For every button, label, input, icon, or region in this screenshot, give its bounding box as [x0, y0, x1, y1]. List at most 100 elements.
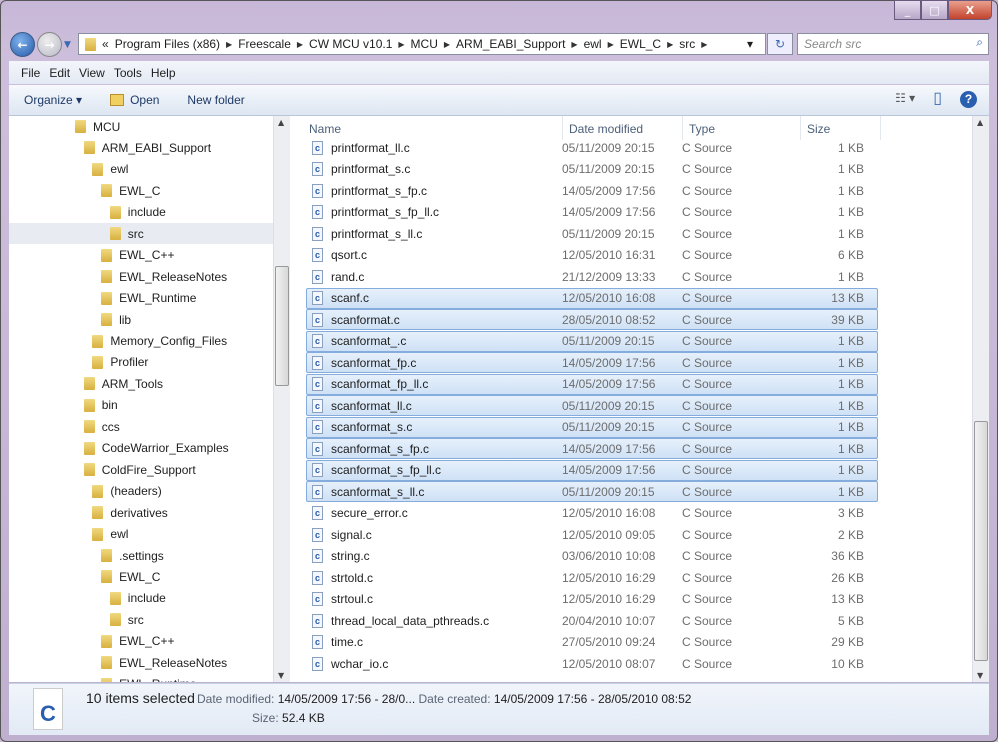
file-row[interactable]: c qsort.c 12/05/2010 16:31 C Source 6 KB	[306, 245, 878, 266]
tree-item[interactable]: ColdFire_Support	[9, 459, 273, 480]
file-list-scroll-thumb[interactable]	[974, 421, 988, 661]
close-button[interactable]: X	[948, 0, 992, 20]
tree-item[interactable]: (headers)	[9, 481, 273, 502]
tree-item[interactable]: ewl	[9, 159, 273, 180]
tree-item-label: EWL_C	[119, 183, 161, 198]
menu-tools[interactable]: Tools	[114, 66, 142, 80]
maximize-button[interactable]: □	[921, 0, 948, 20]
tree-scrollbar[interactable]: ▲ ▼	[273, 116, 290, 682]
refresh-button[interactable]: ↻	[767, 33, 793, 55]
breadcrumb-separator-icon[interactable]: ▶	[444, 40, 450, 49]
file-row[interactable]: c scanformat_s_fp_ll.c 14/05/2009 17:56 C S…	[306, 459, 878, 481]
breadcrumb-item[interactable]: Freescale	[238, 37, 291, 51]
forward-button[interactable]: →	[37, 32, 62, 57]
tree-item[interactable]: EWL_C++	[9, 631, 273, 652]
tree-item[interactable]: EWL_C	[9, 566, 273, 587]
file-row[interactable]: c scanf.c 12/05/2010 16:08 C Source 13 KB	[306, 287, 878, 309]
file-row[interactable]: c scanformat_fp_ll.c 14/05/2009 17:56 C Sou…	[306, 373, 878, 395]
tree-item[interactable]: CodeWarrior_Examples	[9, 438, 273, 459]
file-row[interactable]: c printformat_s_fp.c 14/05/2009 17:56 C Sou…	[306, 180, 878, 201]
file-row[interactable]: c signal.c 12/05/2010 09:05 C Source 2 KB	[306, 524, 878, 545]
tree-item[interactable]: EWL_Runtime	[9, 674, 273, 682]
file-row[interactable]: c scanformat.c 28/05/2010 08:52 C Source 39 …	[306, 309, 878, 330]
file-row[interactable]: c scanformat_s_ll.c 05/11/2009 20:15 C Sour…	[306, 481, 878, 502]
tree-item[interactable]: EWL_ReleaseNotes	[9, 652, 273, 673]
tree-item[interactable]: EWL_C++	[9, 245, 273, 266]
breadcrumb-item[interactable]: CW MCU v10.1	[309, 37, 392, 51]
recent-pages-dropdown[interactable]: ▼	[64, 40, 71, 50]
file-row[interactable]: c printformat_s_fp_ll.c 14/05/2009 17:56 C …	[306, 202, 878, 223]
tree-item[interactable]: EWL_ReleaseNotes	[9, 266, 273, 287]
breadcrumb-item[interactable]: MCU	[411, 37, 438, 51]
change-view-button[interactable]: ☷ ▾	[895, 91, 915, 108]
menu-help[interactable]: Help	[151, 66, 176, 80]
file-date: 05/11/2009 20:15	[562, 140, 655, 155]
address-dropdown[interactable]: ▾	[747, 37, 753, 51]
menu-view[interactable]: View	[79, 66, 105, 80]
tree-item[interactable]: src	[9, 223, 273, 245]
breadcrumb-separator-icon[interactable]: ▶	[571, 40, 577, 49]
tree-item[interactable]: MCU	[9, 116, 273, 137]
tree-item[interactable]: Memory_Config_Files	[9, 331, 273, 352]
file-row[interactable]: c strtoul.c 12/05/2010 16:29 C Source 13 KB	[306, 589, 878, 610]
file-row[interactable]: c thread_local_data_pthreads.c 20/04/2010 …	[306, 610, 878, 631]
tree-item-label: include	[127, 591, 166, 606]
address-overflow[interactable]: «	[102, 37, 109, 51]
file-list-scrollbar[interactable]: ▲ ▼	[972, 116, 989, 682]
breadcrumb-separator-icon[interactable]: ▶	[701, 40, 707, 49]
minimize-button[interactable]: _	[894, 0, 921, 20]
tree-item[interactable]: EWL_Runtime	[9, 288, 273, 309]
open-button[interactable]: Open	[110, 93, 159, 107]
breadcrumb-item[interactable]: EWL_C	[620, 37, 661, 51]
file-row[interactable]: c scanformat_ll.c 05/11/2009 20:15 C Source…	[306, 395, 878, 416]
menu-edit[interactable]: Edit	[49, 66, 70, 80]
back-button[interactable]: ←	[10, 32, 35, 57]
file-row[interactable]: c scanformat_.c 05/11/2009 20:15 C Source 1 …	[306, 330, 878, 352]
tree-scroll-thumb[interactable]	[275, 266, 289, 386]
tree-item[interactable]: .settings	[9, 545, 273, 566]
breadcrumb-item[interactable]: ARM_EABI_Support	[456, 37, 565, 51]
tree-item[interactable]: include	[9, 588, 273, 609]
breadcrumb-separator-icon[interactable]: ▶	[608, 40, 614, 49]
magnifier-icon[interactable]: ⌕	[976, 35, 983, 50]
tree-item[interactable]: ARM_EABI_Support	[9, 137, 273, 158]
help-button[interactable]: ?	[960, 91, 977, 108]
breadcrumb-item[interactable]: Program Files (x86)	[115, 37, 220, 51]
file-name: scanformat_.c	[331, 334, 407, 348]
search-input[interactable]: Search src ⌕	[797, 33, 989, 55]
file-row[interactable]: c printformat_s_ll.c 05/11/2009 20:15 C Sou…	[306, 223, 878, 244]
c-source-file-icon: c	[312, 506, 323, 520]
file-row[interactable]: c secure_error.c 12/05/2010 16:08 C Source 3…	[306, 503, 878, 524]
tree-item[interactable]: src	[9, 609, 273, 630]
breadcrumb-separator-icon[interactable]: ▶	[226, 40, 232, 49]
tree-item[interactable]: bin	[9, 395, 273, 416]
file-row[interactable]: c string.c 03/06/2010 10:08 C Source 36 KB	[306, 546, 878, 567]
file-row[interactable]: c wchar_io.c 12/05/2010 08:07 C Source 10 KB	[306, 653, 878, 674]
tree-item[interactable]: include	[9, 202, 273, 223]
breadcrumb-separator-icon[interactable]: ▶	[398, 40, 404, 49]
menu-file[interactable]: File	[21, 66, 40, 80]
new-folder-button[interactable]: New folder	[187, 93, 244, 107]
tree-item[interactable]: ewl	[9, 524, 273, 545]
file-row[interactable]: c printformat_ll.c 05/11/2009 20:15 C Sourc…	[306, 137, 878, 158]
file-row[interactable]: c rand.c 21/12/2009 13:33 C Source 1 KB	[306, 266, 878, 287]
file-row[interactable]: c strtold.c 12/05/2010 16:29 C Source 26 KB	[306, 567, 878, 588]
tree-item[interactable]: Profiler	[9, 352, 273, 373]
breadcrumb-separator-icon[interactable]: ▶	[667, 40, 673, 49]
organize-button[interactable]: Organize ▾	[24, 93, 82, 107]
breadcrumb-item[interactable]: ewl	[584, 37, 602, 51]
file-row[interactable]: c time.c 27/05/2010 09:24 C Source 29 KB	[306, 632, 878, 653]
file-row[interactable]: c scanformat_s_fp.c 14/05/2009 17:56 C Sour…	[306, 438, 878, 459]
file-row[interactable]: c printformat_s.c 05/11/2009 20:15 C Source…	[306, 159, 878, 180]
breadcrumb-separator-icon[interactable]: ▶	[297, 40, 303, 49]
tree-item[interactable]: derivatives	[9, 502, 273, 523]
breadcrumb-item[interactable]: src	[679, 37, 695, 51]
file-row[interactable]: c scanformat_s.c 05/11/2009 20:15 C Source 1…	[306, 416, 878, 438]
tree-item[interactable]: lib	[9, 309, 273, 330]
address-bar[interactable]: « Program Files (x86) ▶ Freescale ▶ CW MCU v…	[78, 33, 766, 55]
tree-item[interactable]: ARM_Tools	[9, 373, 273, 394]
tree-item[interactable]: EWL_C	[9, 180, 273, 201]
file-row[interactable]: c scanformat_fp.c 14/05/2009 17:56 C Source…	[306, 352, 878, 373]
preview-pane-button[interactable]: ▯	[933, 91, 942, 108]
tree-item[interactable]: ccs	[9, 416, 273, 437]
